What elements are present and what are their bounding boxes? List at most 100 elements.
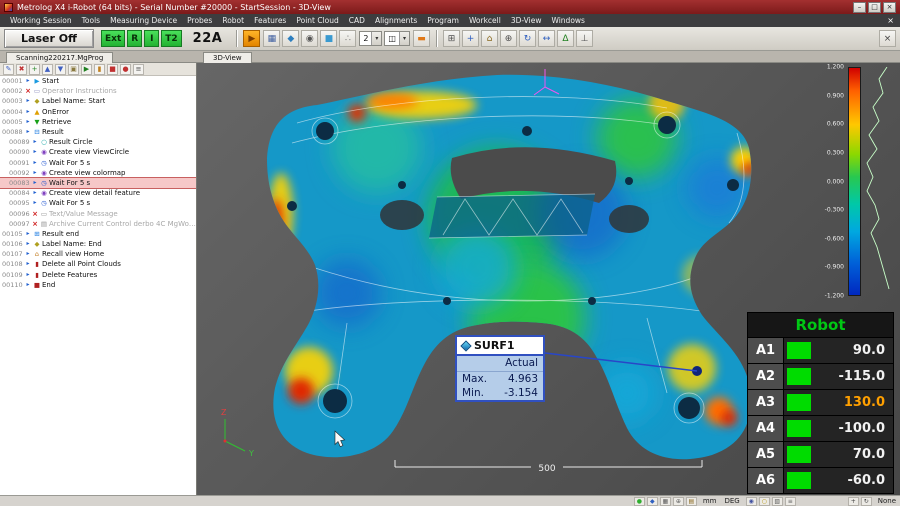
rotate-view-icon[interactable]: ↻ xyxy=(519,30,536,47)
move-up-icon[interactable]: ▲ xyxy=(42,64,53,75)
info-icon[interactable]: ≡ xyxy=(785,497,796,506)
step-number: 00003 xyxy=(0,96,24,106)
delete-step-icon[interactable]: ✖ xyxy=(16,64,27,75)
program-step-row[interactable]: 00084▸◉Create view detail feature xyxy=(0,188,196,198)
list-options-icon[interactable]: ≡ xyxy=(133,64,144,75)
mode-button-r[interactable]: R xyxy=(127,30,142,47)
viewport-layout-dropdown[interactable]: 2▾ xyxy=(359,31,382,46)
maximize-button[interactable]: □ xyxy=(868,2,881,13)
axis-value: -60.0 xyxy=(811,473,893,488)
tool-frame-icon[interactable]: ⊕ xyxy=(500,30,517,47)
point-cloud-icon[interactable]: ∴ xyxy=(339,30,356,47)
close-button[interactable]: × xyxy=(883,2,896,13)
move-down-icon[interactable]: ▼ xyxy=(55,64,66,75)
pause-icon[interactable]: ▮ xyxy=(94,64,105,75)
create-view-icon: ◉ xyxy=(39,147,49,157)
menu-item-working-session[interactable]: Working Session xyxy=(5,15,77,26)
program-step-row[interactable]: 00109▸▮Delete Features xyxy=(0,270,196,280)
menu-close-icon[interactable]: × xyxy=(881,16,900,25)
dock-icon[interactable]: ⊥ xyxy=(576,30,593,47)
angle-units-label[interactable]: DEG xyxy=(720,497,743,505)
tab-3d-view[interactable]: 3D-View xyxy=(203,52,252,63)
program-step-row[interactable]: 00110▸■End xyxy=(0,280,196,290)
run-program-icon[interactable]: ▶ xyxy=(243,30,260,47)
breakpoint-icon[interactable]: ● xyxy=(120,64,131,75)
workcell-icon[interactable]: ⊞ xyxy=(443,30,460,47)
menu-item-workcell[interactable]: Workcell xyxy=(464,15,506,26)
section-icon[interactable]: ▧ xyxy=(772,497,783,506)
program-step-row[interactable]: 00089▸○Result Circle xyxy=(0,137,196,147)
view-mode-icon[interactable]: ◉ xyxy=(746,497,757,506)
menu-item-3d-view[interactable]: 3D-View xyxy=(506,15,547,26)
program-step-row[interactable]: 00003▸◆Label Name: Start xyxy=(0,96,196,106)
display-settings-icon[interactable]: ▦ xyxy=(263,30,280,47)
eraser-icon[interactable]: ▬ xyxy=(413,30,430,47)
mode-button-i[interactable]: I xyxy=(144,30,159,47)
coordinate-system-icon[interactable]: ⊕ xyxy=(673,497,684,506)
menu-item-alignments[interactable]: Alignments xyxy=(370,15,422,26)
view-split-dropdown-value: ◫ xyxy=(385,34,399,43)
step-marker-icon: ▸ xyxy=(31,188,39,198)
toolbar-close-icon[interactable]: × xyxy=(879,30,896,47)
light-icon[interactable]: ○ xyxy=(759,497,770,506)
run-from-here-icon[interactable]: ▶ xyxy=(81,64,92,75)
menu-item-tools[interactable]: Tools xyxy=(77,15,105,26)
program-step-row[interactable]: 00001▸▶Start xyxy=(0,76,196,86)
program-step-row[interactable]: 00091▸◷Wait For 5 s xyxy=(0,158,196,168)
render-mode-icon[interactable]: ■ xyxy=(320,30,337,47)
menu-item-windows[interactable]: Windows xyxy=(546,15,589,26)
selection-filter-label[interactable]: None xyxy=(874,497,900,505)
program-step-row[interactable]: 00096×▭Text/Value Message xyxy=(0,208,196,218)
select-probe-icon[interactable]: ◆ xyxy=(282,30,299,47)
program-step-row[interactable]: 00097×▤Archive Current Control derbo 4C … xyxy=(0,219,196,229)
axis-label: A2 xyxy=(748,364,784,389)
program-tab[interactable]: Scanning220217.MgProg xyxy=(6,52,113,63)
mode-button-ext[interactable]: Ext xyxy=(101,30,125,47)
grid-icon[interactable]: ▦ xyxy=(660,497,671,506)
program-step-row[interactable]: 00004▸▲OnError xyxy=(0,107,196,117)
program-step-row[interactable]: 00005▸▼Retrieve xyxy=(0,117,196,127)
axes-display-icon[interactable]: Δ xyxy=(557,30,574,47)
menu-item-cad[interactable]: CAD xyxy=(344,15,370,26)
mode-button-t2[interactable]: T2 xyxy=(161,30,181,47)
stop-icon[interactable]: ■ xyxy=(107,64,118,75)
program-step-row[interactable]: 00092▸◉Create view colormap xyxy=(0,168,196,178)
program-step-row[interactable]: 00088▸⊟Result xyxy=(0,127,196,137)
laser-toggle-button[interactable]: Laser Off xyxy=(4,29,94,48)
pan-tool-icon[interactable]: + xyxy=(848,497,859,506)
axis-value: -100.0 xyxy=(811,421,893,436)
menu-item-point-cloud[interactable]: Point Cloud xyxy=(291,15,343,26)
program-step-row[interactable]: 00107▸⌂Recall view Home xyxy=(0,249,196,259)
program-step-row[interactable]: 00106▸◆Label Name: End xyxy=(0,239,196,249)
menu-item-measuring-device[interactable]: Measuring Device xyxy=(105,15,182,26)
create-view-icon: ◉ xyxy=(39,168,49,178)
program-tree[interactable]: 00001▸▶Start00002×▭Operator Instructions… xyxy=(0,76,196,495)
program-step-row[interactable]: 00090▸◉Create view ViewCircle xyxy=(0,147,196,157)
3d-viewport[interactable]: 500 Z Y 1.2000.9000.6000.3000.000-0.300-… xyxy=(197,63,900,495)
layers-icon[interactable]: ▤ xyxy=(686,497,697,506)
robot-home-icon[interactable]: ⌂ xyxy=(481,30,498,47)
viewport-layout-dropdown-value: 2 xyxy=(360,34,371,43)
units-label[interactable]: mm xyxy=(699,497,721,505)
probe-status-icon[interactable]: ● xyxy=(634,497,645,506)
orbit-tool-icon[interactable]: ↻ xyxy=(861,497,872,506)
menu-item-probes[interactable]: Probes xyxy=(182,15,217,26)
add-step-icon[interactable]: + xyxy=(29,64,40,75)
copy-step-icon[interactable]: ▣ xyxy=(68,64,79,75)
menu-item-features[interactable]: Features xyxy=(249,15,291,26)
program-step-row[interactable]: 00105▸⊞Result end xyxy=(0,229,196,239)
edit-step-icon[interactable]: ✎ xyxy=(3,64,14,75)
snap-mode-icon[interactable]: ◆ xyxy=(647,497,658,506)
view-split-dropdown[interactable]: ◫▾ xyxy=(384,31,410,46)
menu-item-robot[interactable]: Robot xyxy=(217,15,249,26)
translate-view-icon[interactable]: ↔ xyxy=(538,30,555,47)
program-step-row[interactable]: 00108▸▮Delete all Point Clouds xyxy=(0,259,196,269)
surf1-callout[interactable]: SURF1 Actual Max. 4.963 Min. -3.154 xyxy=(455,335,545,402)
minimize-button[interactable]: – xyxy=(853,2,866,13)
program-step-row[interactable]: 00095▸◷Wait For 5 s xyxy=(0,198,196,208)
jog-robot-icon[interactable]: + xyxy=(462,30,479,47)
menu-item-program[interactable]: Program xyxy=(422,15,464,26)
program-step-row[interactable]: 00083▸◷Wait For 5 s xyxy=(0,178,196,188)
snapshot-icon[interactable]: ◉ xyxy=(301,30,318,47)
program-step-row[interactable]: 00002×▭Operator Instructions xyxy=(0,86,196,96)
